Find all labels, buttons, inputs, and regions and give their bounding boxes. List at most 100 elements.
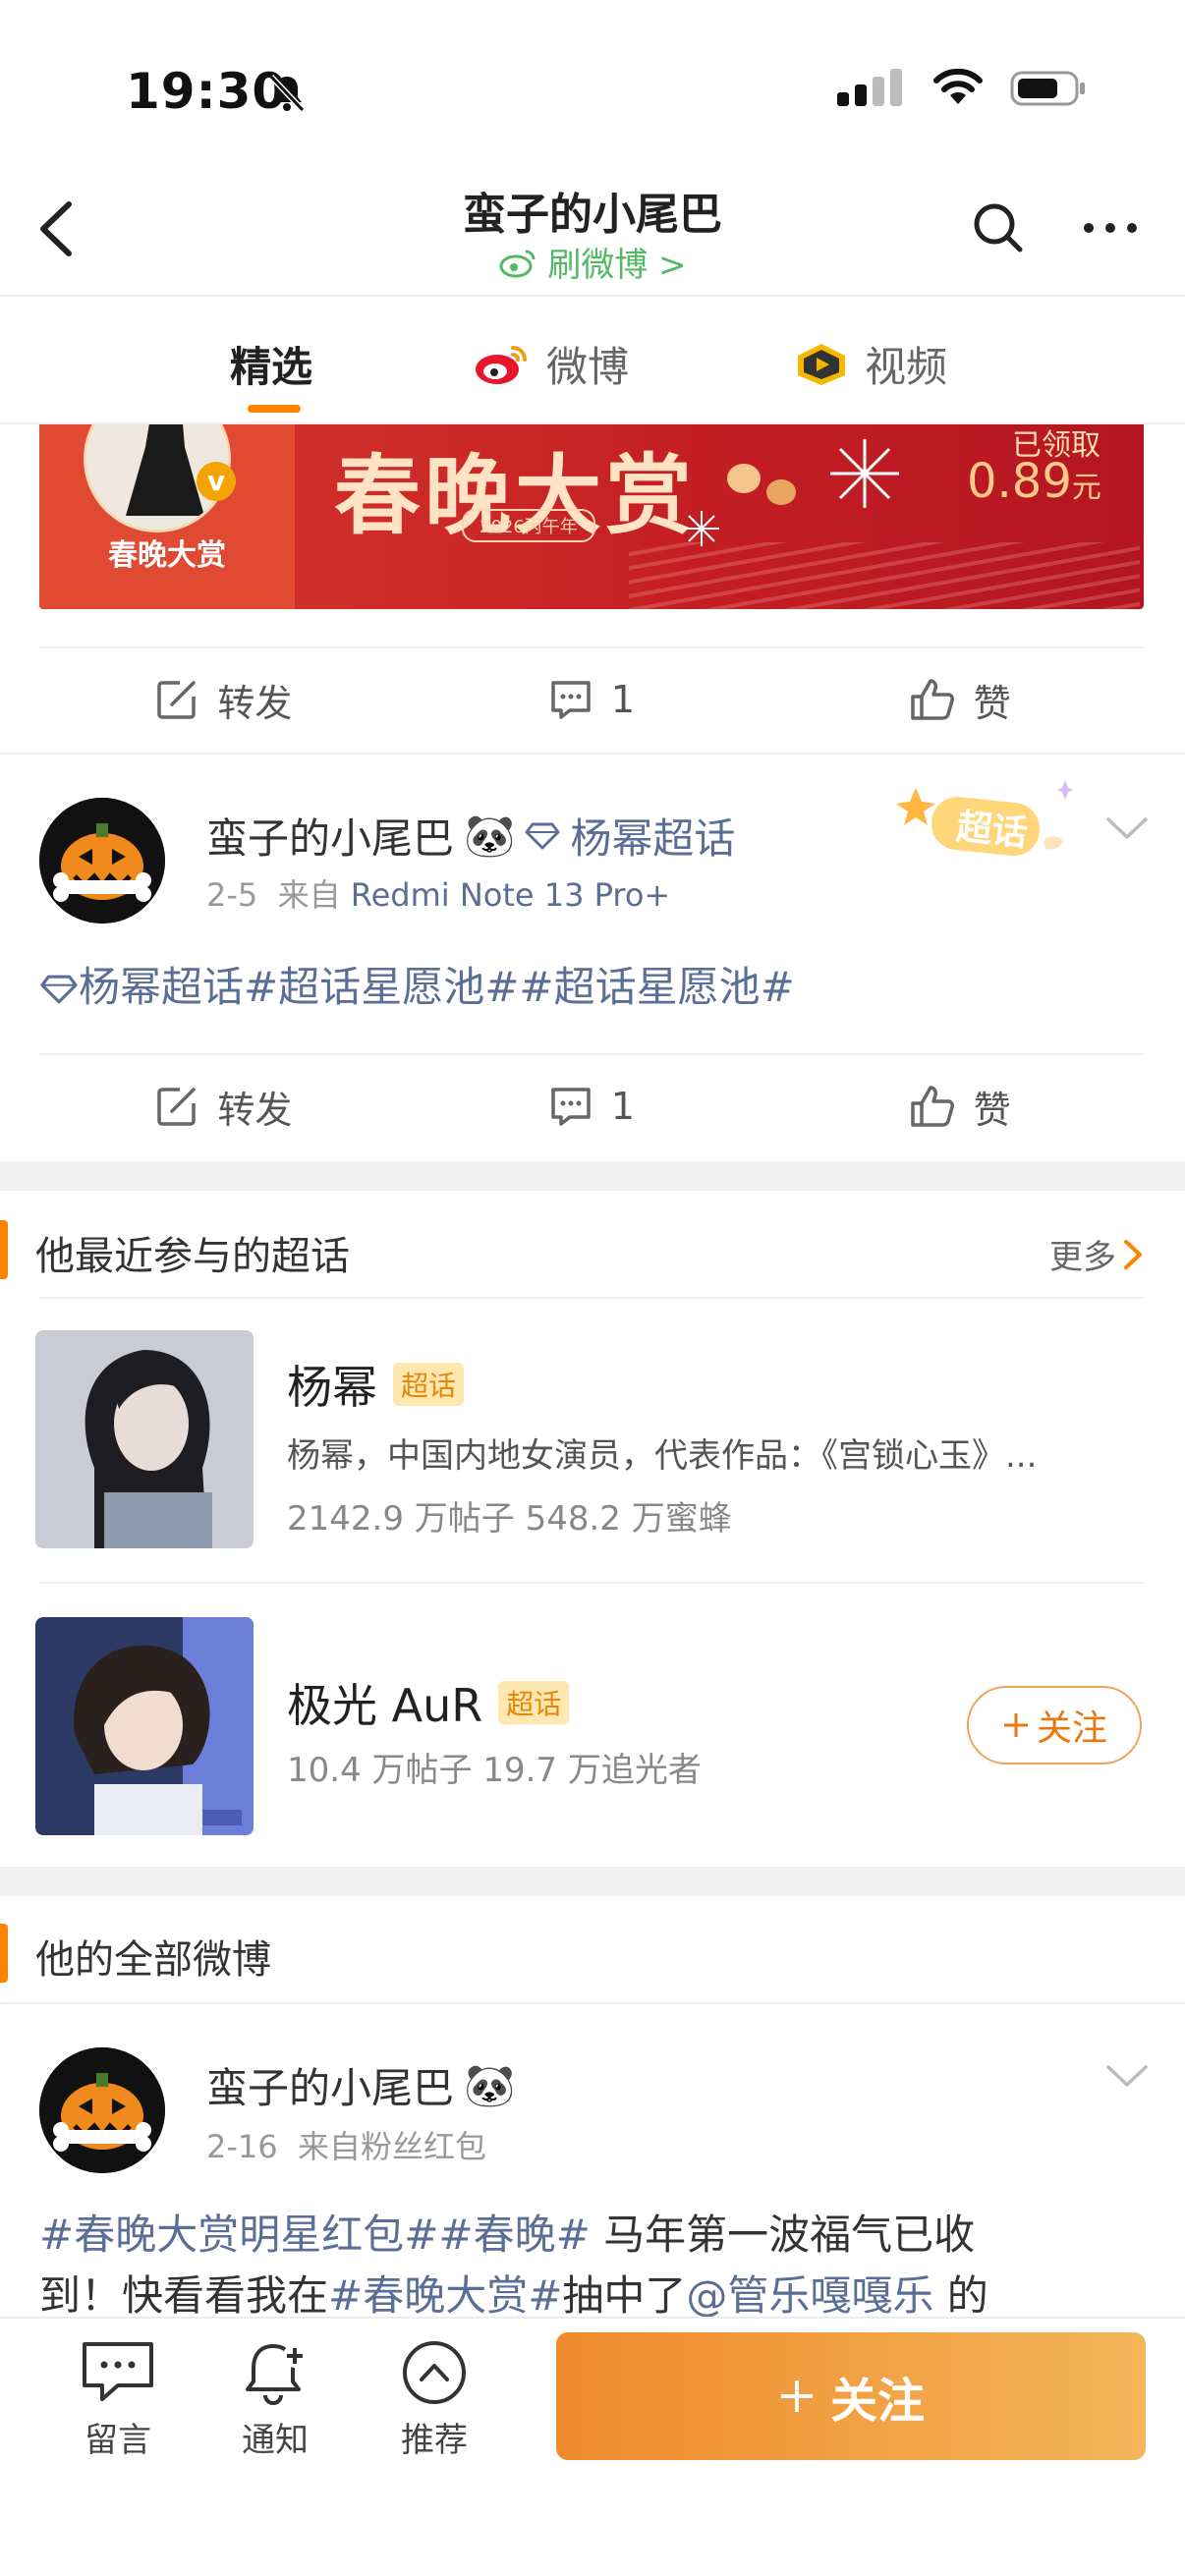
hashtag-link[interactable]: #超话星愿池# [244,963,519,1011]
more-link[interactable]: 更多 [1049,1230,1144,1278]
super-topic-sticker: 超话 [896,780,1073,865]
post-actions: 转发 1 赞 [39,644,1144,755]
follow-label: 关注 [829,2374,925,2429]
post-author-name[interactable]: 蛮子的小尾巴 [206,806,454,866]
banner-amount-unit: 元 [1071,471,1101,505]
banner-amount-value: 0.89 [967,454,1072,509]
video-logo-icon [798,343,845,385]
comment-button[interactable]: 1 [408,677,776,722]
status-icons [837,69,1087,108]
repost-icon [157,681,197,719]
bell-plus-icon [246,2344,307,2405]
post-author-name[interactable]: 蛮子的小尾巴 [206,2055,454,2115]
topic-link[interactable]: 杨幂超话 [79,963,244,1011]
like-button[interactable]: 赞 [775,1080,1144,1134]
avatar[interactable] [39,798,165,924]
mention-link[interactable]: @管乐嘎嘎乐 [686,2271,933,2320]
comment-icon [551,681,591,719]
topic-thumbnail[interactable] [35,1617,254,1835]
section-gap [0,1867,1185,1896]
repost-button[interactable]: 转发 [39,673,408,727]
cellular-signal-icon [837,69,902,106]
comment-count: 1 [610,1085,636,1128]
hashtag-link[interactable]: #春晚大赏# [328,2271,562,2320]
tab-weibo[interactable]: 微博 [474,334,629,394]
message-button[interactable]: 留言 [59,2338,177,2461]
red-envelope-banner[interactable]: v 春晚大赏 春晚大赏 2026丙午年 已领取 0.89元 [39,424,1144,609]
recommend-button[interactable]: 推荐 [375,2338,493,2461]
chevron-up-circle-icon [403,2341,466,2404]
topic-name-row: 杨幂 超话 [287,1352,465,1417]
topic-tag-link[interactable]: 杨幂超话 [570,806,735,866]
status-time: 19:30 [126,63,288,120]
recommend-label: 推荐 [401,2421,468,2460]
tab-featured[interactable]: 精选 [230,334,312,394]
nav-divider [0,295,1185,297]
message-icon [83,2342,153,2401]
post-date: 2-5 [206,876,258,914]
panda-emoji: 🐼 [464,2060,516,2109]
more-options-icon[interactable] [1081,218,1140,238]
post-actions: 转发 1 赞 [39,1051,1144,1161]
avatar[interactable] [39,2047,165,2173]
like-label: 赞 [973,681,1011,725]
tab-featured-label: 精选 [230,343,313,391]
anime-portrait-icon [35,1617,254,1835]
topic-thumbnail[interactable] [35,1330,254,1548]
hashtag-link[interactable]: #超话星愿池# [519,963,794,1011]
follow-topic-button[interactable]: 关注 [967,1686,1142,1764]
chevron-down-icon[interactable] [1104,813,1150,843]
divider [0,753,1185,755]
post-source-prefix: 来自 [297,2128,361,2165]
divider [39,1582,1144,1584]
banner-amount: 0.89元 [967,454,1101,509]
post-text: 杨幂超话#超话星愿池##超话星愿池# [39,957,795,1018]
chevron-down-icon[interactable] [1104,2061,1150,2091]
comment-icon [551,1088,591,1126]
comment-count: 1 [610,678,636,721]
hashtag-link[interactable]: #春晚# [438,2211,590,2259]
banner-year: 2026丙午年 [462,509,595,542]
section-title-all: 他的全部微博 [35,1937,271,1983]
post-source: Redmi Note 13 Pro+ [350,876,671,914]
plus-icon [1003,1713,1028,1737]
repost-label: 转发 [217,1088,293,1132]
comment-button[interactable]: 1 [408,1084,776,1129]
more-label: 更多 [1049,1238,1116,1277]
like-button[interactable]: 赞 [775,673,1144,727]
sticker-label: 超话 [954,807,1030,855]
chevron-right-icon [1124,1239,1142,1269]
hashtag-link[interactable]: #春晚大赏明星红包# [39,2211,438,2259]
message-label: 留言 [85,2421,151,2460]
tab-indicator [248,405,301,413]
weibo-logo-icon [476,345,527,384]
follow-topic-label: 关注 [1036,1708,1107,1749]
verified-badge: v [197,462,236,501]
notify-button[interactable]: 通知 [216,2338,334,2461]
super-topic-badge: 超话 [498,1681,570,1724]
section-accent-bar [0,1924,8,1983]
topic-description: 杨幂，中国内地女演员，代表作品：《宫锁心玉》... [287,1436,1038,1476]
divider [0,2002,1185,2004]
super-topic-badge: 超话 [393,1363,465,1406]
topic-stats: 2142.9 万帖子 548.2 万蜜蜂 [287,1499,732,1539]
repost-button[interactable]: 转发 [39,1080,408,1134]
topic-name[interactable]: 极光 AuR [287,1670,482,1735]
tab-video-label: 视频 [865,343,948,391]
like-label: 赞 [973,1088,1011,1132]
post-text-segment: 的 [933,2271,988,2320]
pumpkin-avatar-icon [39,2047,165,2173]
portrait-image-icon [35,1330,254,1548]
topic-name[interactable]: 杨幂 [287,1352,377,1417]
follow-button[interactable]: 关注 [556,2332,1146,2460]
banner-stripes [629,542,1140,609]
post-text-segment: 到！快看看我在 [39,2271,329,2320]
diamond-icon [525,822,560,849]
search-icon[interactable] [971,200,1026,255]
banner-caption: 春晚大赏 [108,538,226,573]
thumbs-up-icon [910,679,954,720]
tab-video[interactable]: 视频 [794,334,947,394]
bell-muted-icon [268,74,306,113]
post-meta: 2-5 来自 Redmi Note 13 Pro+ [206,870,670,916]
battery-icon [1010,71,1085,106]
